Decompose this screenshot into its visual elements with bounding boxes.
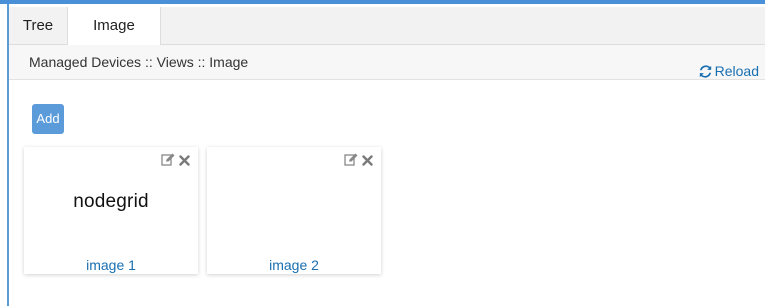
tab-bar: Tree Image: [9, 7, 765, 45]
image-label[interactable]: image 1: [24, 257, 198, 273]
reload-button[interactable]: Reload: [699, 63, 759, 79]
image-label[interactable]: image 2: [207, 257, 381, 273]
nodegrid-logo: nodegrid: [73, 191, 149, 212]
tab-image[interactable]: Image: [67, 7, 161, 45]
edit-icon[interactable]: [161, 153, 175, 171]
edit-icon[interactable]: [344, 153, 358, 171]
breadcrumb: Managed Devices :: Views :: Image: [29, 54, 249, 70]
close-icon[interactable]: [362, 153, 373, 171]
close-icon[interactable]: [179, 153, 190, 171]
image-card[interactable]: image 2: [207, 147, 381, 274]
reload-label: Reload: [714, 63, 759, 79]
image-card[interactable]: nodegrid image 1: [24, 147, 198, 274]
reload-icon: [699, 64, 712, 78]
breadcrumb-bar: Managed Devices :: Views :: Image Reload: [9, 45, 765, 80]
add-button[interactable]: Add: [32, 104, 64, 134]
window-top-border: [0, 0, 765, 4]
tab-tree[interactable]: Tree: [17, 7, 59, 44]
